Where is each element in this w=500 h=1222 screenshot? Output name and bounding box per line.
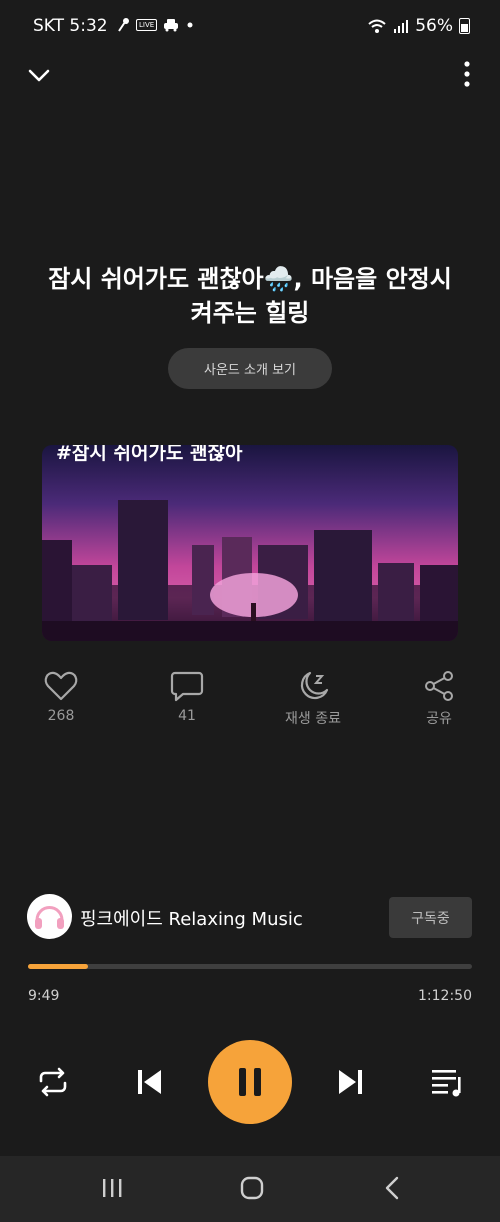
repeat-icon[interactable] [36,1066,70,1098]
subscribe-button[interactable]: 구독중 [389,897,472,938]
comment-action[interactable]: 41 [142,670,232,724]
heart-icon[interactable] [44,670,78,702]
city-illustration [42,500,458,641]
like-action[interactable]: 268 [16,670,106,724]
progress-fill [28,964,88,969]
share-action[interactable]: 공유 [394,670,484,728]
system-navigation-bar [0,1156,500,1222]
status-system-icons: 56% [367,16,470,36]
car-icon [164,19,179,32]
next-button[interactable] [328,1060,372,1104]
battery-icon [459,18,470,34]
pause-icon[interactable] [235,1066,265,1098]
wifi-icon [368,19,386,33]
channel-avatar[interactable] [27,894,72,939]
battery-percent: 56% [415,16,453,36]
channel-name[interactable]: 핑크에이드 Relaxing Music [80,905,303,931]
comment-count: 41 [178,708,196,724]
total-duration: 1:12:50 [418,988,472,1004]
home-icon[interactable] [239,1175,265,1201]
elapsed-time: 9:49 [28,988,60,1004]
comment-icon[interactable] [170,670,204,702]
thumbnail-caption: #잠시 쉬어가도 괜찮아 [56,445,243,464]
repeat-button[interactable] [31,1060,75,1104]
share-icon[interactable] [422,670,456,702]
skip-next-icon[interactable] [335,1067,365,1097]
mic-icon [118,18,129,32]
status-bar: SKT 5:32 LIVE 56% [0,0,500,54]
track-title: 잠시 쉬어가도 괜찮아🌧️, 마음을 안정시켜주는 힐링 [48,265,452,327]
playlist-icon[interactable] [430,1067,464,1097]
sleep-timer-action[interactable]: 재생 종료 [268,670,358,728]
signal-icon [394,20,409,33]
pause-button[interactable] [208,1040,292,1124]
kebab-menu-icon[interactable] [462,60,472,88]
sleep-timer-label: 재생 종료 [285,711,341,727]
playback-progress-bar[interactable] [28,964,472,969]
dot-icon [187,22,193,28]
status-notification-icons: LIVE [116,17,195,33]
status-time: SKT 5:32 [33,16,108,36]
skip-previous-icon[interactable] [135,1067,165,1097]
share-label: 공유 [426,711,452,727]
like-count: 268 [47,708,75,724]
track-thumbnail: #잠시 쉬어가도 괜찮아 [42,445,458,641]
recent-apps-icon[interactable] [100,1176,124,1200]
live-badge: LIVE [136,19,158,31]
sound-intro-button[interactable]: 사운드 소개 보기 [168,348,332,389]
playlist-button[interactable] [425,1060,469,1104]
chevron-down-icon[interactable] [26,62,52,88]
back-icon[interactable] [380,1175,404,1201]
previous-button[interactable] [128,1060,172,1104]
headphones-logo [35,906,64,929]
sleep-timer-icon[interactable] [296,670,330,702]
